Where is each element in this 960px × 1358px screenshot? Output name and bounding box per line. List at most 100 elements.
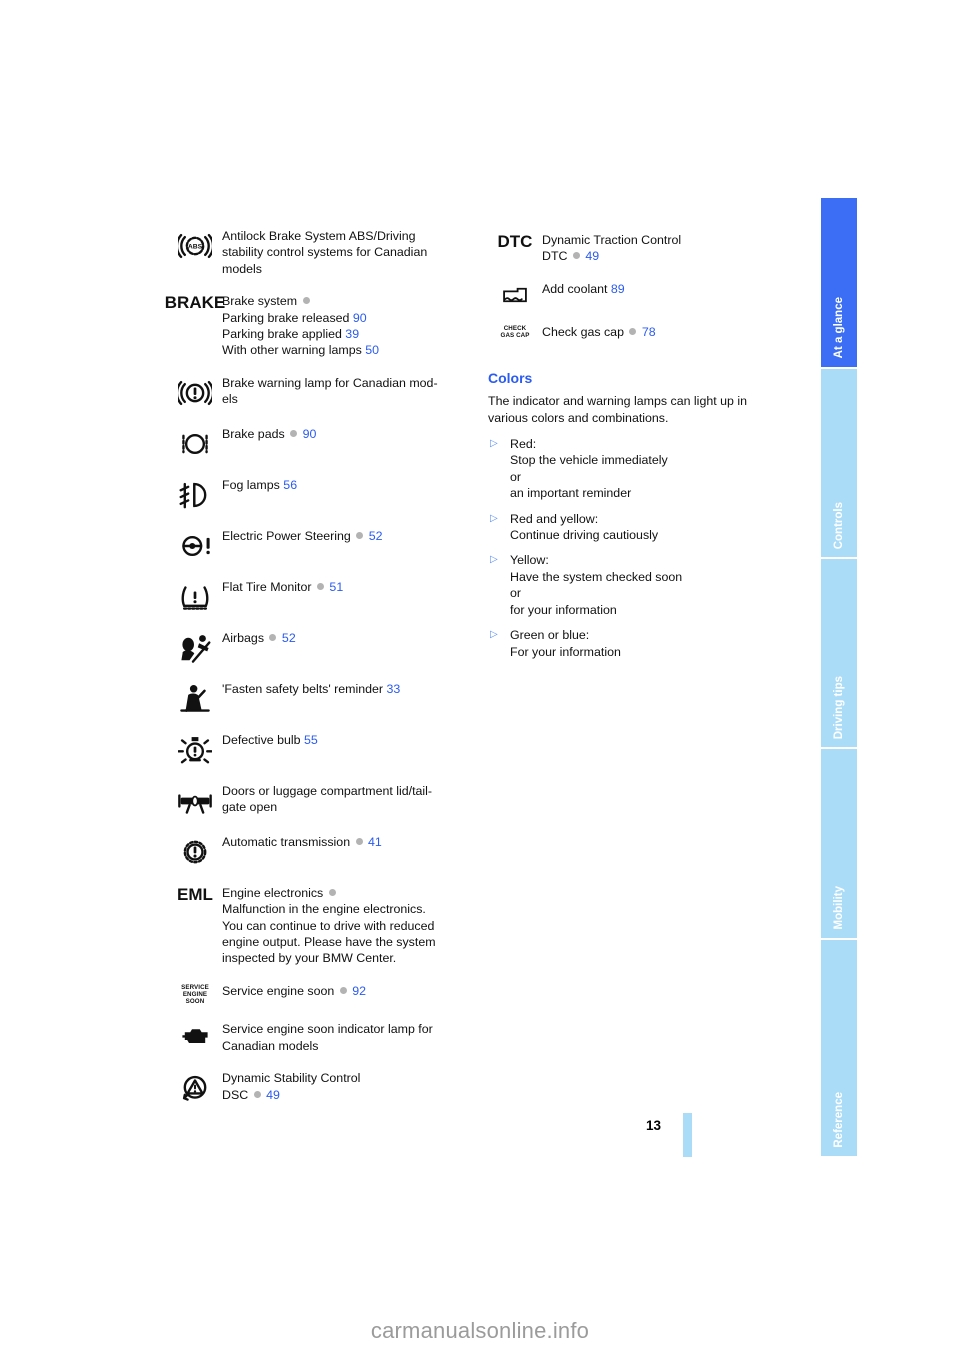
description-text: Defective bulb [222, 732, 304, 747]
bullet-line: or [510, 469, 522, 484]
description-text: Parking brake applied [222, 327, 346, 342]
symbol-description: Service engine soon 92 [222, 983, 473, 999]
description-line: Malfunction in the engine electronics. [222, 901, 473, 917]
description-line: gate open [222, 799, 473, 815]
bullet-item: ▷ Red: Stop the vehicle immediately or an im… [488, 436, 788, 502]
description-line: Service engine soon indicator lamp for [222, 1021, 473, 1037]
description-line: Canadian models [222, 1038, 473, 1054]
left-symbol-list: ABS Antilock Brake System ABS/Driving sta… [165, 228, 473, 1121]
description-line: 'Fasten safety belts' reminder 33 [222, 681, 473, 697]
sidebar-tab-controls[interactable]: Controls [821, 368, 857, 557]
bullet-item: ▷ Yellow: Have the system checked soon or fo… [488, 552, 788, 618]
description-line: Service engine soon 92 [222, 983, 473, 999]
page-reference-link[interactable]: 56 [283, 478, 297, 492]
symbol-row: Dynamic Stability Control DSC 49 [168, 1070, 473, 1105]
page-reference-link[interactable]: 50 [365, 343, 379, 357]
page-reference-link[interactable]: 90 [353, 311, 367, 325]
description-text: Doors or luggage compartment lid/tail- [222, 783, 433, 798]
description-text: Parking brake released [222, 310, 353, 325]
triangle-bullet-icon: ▷ [490, 438, 498, 450]
description-line: DTC 49 [542, 248, 788, 264]
page-reference-link[interactable]: 90 [303, 427, 317, 441]
page-reference-link[interactable]: 49 [266, 1088, 280, 1102]
description-text: Brake system [222, 294, 301, 309]
sidebar-tab-reference[interactable]: Reference [821, 939, 857, 1156]
description-line: Defective bulb 55 [222, 732, 473, 748]
defective-bulb-icon [168, 732, 222, 767]
description-text: Fog lamps [222, 477, 284, 492]
abs-brackets-icon: ABS [168, 228, 222, 263]
description-line: With other warning lamps 50 [222, 342, 473, 358]
description-line: Brake warning lamp for Canadian mod- [222, 375, 473, 391]
bullet-line: for your information [510, 602, 617, 617]
description-text: Brake pads [222, 426, 289, 441]
description-line: Doors or luggage compartment lid/tail- [222, 783, 473, 799]
sidebar-tab-label: Controls [833, 501, 845, 549]
description-text: Service engine soon indicator lamp for [222, 1022, 433, 1037]
description-text: inspected by your BMW Center. [222, 951, 397, 966]
dsc-triangle-icon [168, 1070, 222, 1105]
page-reference-link[interactable]: 52 [369, 529, 383, 543]
description-line: Brake system [222, 293, 473, 309]
bullet-line: Continue driving cautiously [510, 528, 659, 543]
sidebar-tab-driving-tips[interactable]: Driving tips [821, 558, 857, 748]
page-reference-link[interactable]: 55 [304, 733, 318, 747]
page-reference-link[interactable]: 51 [329, 580, 343, 594]
symbol-row: Brake warning lamp for Canadian mod-els [168, 375, 473, 410]
page-reference-link[interactable]: 39 [345, 327, 359, 341]
triangle-bullet-icon: ▷ [490, 512, 498, 524]
right-symbol-list: DTC Dynamic Traction Control DTC 49 Add co… [488, 232, 788, 340]
bullet-line: For your information [510, 644, 621, 659]
option-dot-icon [269, 633, 277, 641]
symbol-row: Automatic transmission 41 [168, 834, 473, 869]
check-engine-icon [168, 1021, 222, 1052]
symbol-description: Airbags 52 [222, 630, 473, 646]
description-line: Antilock Brake System ABS/Driving [222, 228, 473, 244]
description-text: Engine electronics [222, 885, 327, 900]
right-content-column: DTC Dynamic Traction Control DTC 49 Add co… [488, 232, 788, 669]
symbol-description: Dynamic Traction Control DTC 49 [542, 232, 788, 265]
page-number: 13 [646, 1118, 662, 1133]
sidebar-tab-mobility[interactable]: Mobility [821, 749, 857, 938]
description-line: You can continue to drive with reduced [222, 918, 473, 934]
page-reference-link[interactable]: 33 [387, 682, 401, 696]
symbol-row: Airbags 52 [168, 630, 473, 665]
description-text: Electric Power Steering [222, 528, 355, 543]
page-reference-link[interactable]: 52 [282, 631, 296, 645]
flat-tire-monitor-icon [168, 579, 222, 614]
bullet-text: Green or blue: For your information [510, 627, 621, 660]
description-text: Brake warning lamp for Canadian mod- [222, 375, 438, 390]
option-dot-icon [356, 531, 364, 539]
page-reference-link[interactable]: 49 [585, 249, 599, 263]
symbol-row: CHECK GAS CAP Check gas cap 78 [488, 324, 788, 340]
brake-warning-exclamation-icon [168, 375, 222, 410]
description-line: Add coolant 89 [542, 281, 788, 297]
watermark-text: carmanualsonline.info [370, 1318, 590, 1343]
add-coolant-icon [488, 281, 542, 308]
seatbelt-reminder-icon [168, 681, 222, 716]
description-line: Dynamic Traction Control [542, 232, 788, 248]
page-reference-link[interactable]: 92 [352, 984, 366, 998]
option-dot-icon [328, 888, 336, 896]
description-line: DSC 49 [222, 1087, 473, 1103]
symbol-row: Service engine soon indicator lamp for Ca… [168, 1021, 473, 1054]
page-reference-link[interactable]: 41 [368, 835, 382, 849]
bullet-line: Red: [510, 437, 537, 452]
description-text: DSC [222, 1087, 252, 1102]
eml-word-icon: EML [177, 884, 213, 904]
bullet-item: ▷ Red and yellow: Continue driving cautiou… [488, 511, 788, 544]
page-reference-link[interactable]: 78 [642, 325, 656, 339]
page-reference-link[interactable]: 89 [611, 282, 625, 296]
sidebar-tab-at-a-glance[interactable]: At a glance [821, 198, 857, 367]
description-text: Malfunction in the engine electronics. [222, 902, 426, 917]
symbol-description: Brake pads 90 [222, 426, 473, 442]
airbags-icon [168, 630, 222, 665]
sidebar-tab-label: At a glance [833, 297, 845, 359]
bullet-line: Yellow: [510, 553, 549, 568]
description-text: engine output. Please have the system [222, 935, 436, 950]
page-edge-marker [683, 1113, 692, 1157]
symbol-description: Add coolant 89 [542, 281, 788, 297]
description-text: gate open [222, 800, 278, 815]
bullet-text: Red: Stop the vehicle immediately or an imp… [510, 436, 668, 502]
bullet-line: or [510, 586, 522, 601]
